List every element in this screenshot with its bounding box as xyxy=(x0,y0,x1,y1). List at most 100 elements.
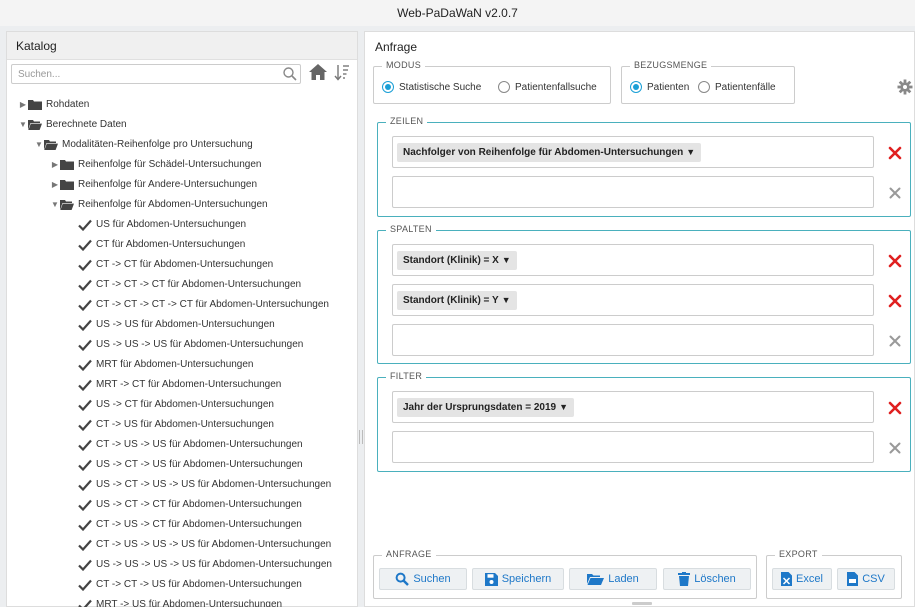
chip-label: Standort (Klinik) = Y xyxy=(403,295,499,306)
tree-label: US -> CT -> US -> US für Abdomen-Untersu… xyxy=(96,479,332,490)
button-label: Laden xyxy=(608,573,639,585)
checkmark-icon xyxy=(78,359,92,371)
tree-item[interactable]: US für Abdomen-Untersuchungen xyxy=(78,216,246,234)
filter-slot-1[interactable]: Jahr der Ursprungsdaten = 2019 ▼ xyxy=(392,391,874,423)
radio-label: Statistische Suche xyxy=(399,81,482,93)
csv-export-button[interactable]: CSV xyxy=(837,568,895,590)
tree-item[interactable]: US -> US -> US für Abdomen-Untersuchunge… xyxy=(78,336,303,354)
caret-down-icon[interactable]: ▼ xyxy=(50,196,60,214)
bezugsmenge-fieldset: BEZUGSMENGE Patienten Patientenfälle xyxy=(621,60,795,104)
tree-item[interactable]: CT -> US für Abdomen-Untersuchungen xyxy=(78,416,274,434)
catalog-title: Katalog xyxy=(7,32,357,60)
actions-legend: ANFRAGE xyxy=(382,549,436,559)
caret-right-icon[interactable]: ▶ xyxy=(50,156,60,174)
tree-folder[interactable]: ▼ Berechnete Daten xyxy=(18,116,127,134)
checkmark-icon xyxy=(78,219,92,231)
checkmark-icon xyxy=(78,479,92,491)
sort-icon[interactable] xyxy=(334,63,350,81)
spalten-chip[interactable]: Standort (Klinik) = X ▼ xyxy=(397,251,517,270)
caret-down-icon[interactable]: ▼ xyxy=(34,136,44,154)
remove-grey-icon[interactable] xyxy=(888,334,902,348)
tree-item[interactable]: CT -> CT -> US für Abdomen-Untersuchunge… xyxy=(78,576,302,594)
query-panel: Anfrage MODUS Statistische Suche Patient… xyxy=(364,31,915,607)
tree-label: US -> US -> US für Abdomen-Untersuchunge… xyxy=(96,339,304,350)
caret-down-icon[interactable]: ▼ xyxy=(18,116,28,134)
remove-red-icon[interactable] xyxy=(888,146,902,160)
tree-folder[interactable]: ▶ Reihenfolge für Schädel-Untersuchungen xyxy=(50,156,261,174)
spalten-slot-1[interactable]: Standort (Klinik) = X ▼ xyxy=(392,244,874,276)
zeilen-slot-empty[interactable] xyxy=(392,176,874,208)
filter-section: FILTER Jahr der Ursprungsdaten = 2019 ▼ xyxy=(377,371,911,472)
search-icon[interactable] xyxy=(282,66,298,82)
checkmark-icon xyxy=(78,579,92,591)
tree-item[interactable]: MRT für Abdomen-Untersuchungen xyxy=(78,356,254,374)
gear-icon[interactable] xyxy=(897,79,913,95)
tree-item[interactable]: US -> CT -> CT für Abdomen-Untersuchunge… xyxy=(78,496,302,514)
caret-right-icon[interactable]: ▶ xyxy=(50,176,60,194)
delete-button[interactable]: Löschen xyxy=(663,568,751,590)
tree-item[interactable]: US -> CT -> US für Abdomen-Untersuchunge… xyxy=(78,456,303,474)
tree-item[interactable]: CT -> US -> US -> US für Abdomen-Untersu… xyxy=(78,536,331,554)
chip-label: Nachfolger von Reihenfolge für Abdomen-U… xyxy=(403,147,684,158)
tree-label: Reihenfolge für Andere-Untersuchungen xyxy=(78,179,258,190)
caret-right-icon[interactable]: ▶ xyxy=(18,96,28,114)
tree-item[interactable]: CT -> CT -> CT -> CT für Abdomen-Untersu… xyxy=(78,296,329,314)
folder-open-icon xyxy=(44,140,58,150)
tree-item[interactable]: US -> CT -> US -> US für Abdomen-Untersu… xyxy=(78,476,331,494)
spalten-slot-empty[interactable] xyxy=(392,324,874,356)
tree-item[interactable]: MRT -> US für Abdomen-Untersuchungen xyxy=(78,596,282,607)
tree-folder[interactable]: ▼ Modalitäten-Reihenfolge pro Untersuchun… xyxy=(34,136,253,154)
tree-item[interactable]: CT -> US -> CT für Abdomen-Untersuchunge… xyxy=(78,516,302,534)
remove-red-icon[interactable] xyxy=(888,401,902,415)
tree-item[interactable]: CT -> CT -> CT für Abdomen-Untersuchunge… xyxy=(78,276,301,294)
resize-handle[interactable] xyxy=(632,602,652,605)
tree-item[interactable]: MRT -> CT für Abdomen-Untersuchungen xyxy=(78,376,281,394)
spalten-slot-2[interactable]: Standort (Klinik) = Y ▼ xyxy=(392,284,874,316)
export-fieldset: EXPORT Excel CSV xyxy=(766,549,902,599)
home-icon[interactable] xyxy=(308,63,328,81)
zeilen-chip[interactable]: Nachfolger von Reihenfolge für Abdomen-U… xyxy=(397,143,702,162)
radio-patientenfaelle[interactable]: Patientenfälle xyxy=(698,81,776,93)
search-button[interactable]: Suchen xyxy=(379,568,467,590)
folder-icon xyxy=(60,180,74,190)
tree-label: MRT -> CT für Abdomen-Untersuchungen xyxy=(96,379,282,390)
tree-folder[interactable]: ▶ Rohdaten xyxy=(18,96,89,114)
remove-red-icon[interactable] xyxy=(888,254,902,268)
radio-unselected-icon xyxy=(698,81,710,93)
tree-item[interactable]: CT für Abdomen-Untersuchungen xyxy=(78,236,245,254)
spalten-legend: SPALTEN xyxy=(386,224,436,234)
filter-slot-empty[interactable] xyxy=(392,431,874,463)
zeilen-slot-1[interactable]: Nachfolger von Reihenfolge für Abdomen-U… xyxy=(392,136,874,168)
radio-patientenfallsuche[interactable]: Patientenfallsuche xyxy=(498,81,597,93)
tree-folder[interactable]: ▶ Reihenfolge für Andere-Untersuchungen xyxy=(50,176,257,194)
remove-red-icon[interactable] xyxy=(888,294,902,308)
panel-splitter[interactable] xyxy=(359,430,363,444)
load-button[interactable]: Laden xyxy=(569,568,657,590)
spalten-chip[interactable]: Standort (Klinik) = Y ▼ xyxy=(397,291,517,310)
tree-item[interactable]: US -> US für Abdomen-Untersuchungen xyxy=(78,316,275,334)
checkmark-icon xyxy=(78,319,92,331)
tree-folder[interactable]: ▼ Reihenfolge für Abdomen-Untersuchungen xyxy=(50,196,268,214)
tree-item[interactable]: CT -> CT für Abdomen-Untersuchungen xyxy=(78,256,273,274)
checkmark-icon xyxy=(78,459,92,471)
tree-label: US -> US für Abdomen-Untersuchungen xyxy=(96,319,275,330)
checkmark-icon xyxy=(78,399,92,411)
folder-open-icon xyxy=(28,120,42,130)
save-button[interactable]: Speichern xyxy=(472,568,564,590)
remove-grey-icon[interactable] xyxy=(888,186,902,200)
tree-label: Reihenfolge für Schädel-Untersuchungen xyxy=(78,159,262,170)
excel-export-button[interactable]: Excel xyxy=(772,568,832,590)
radio-unselected-icon xyxy=(498,81,510,93)
catalog-search-input[interactable] xyxy=(11,64,301,84)
radio-statistische-suche[interactable]: Statistische Suche xyxy=(382,81,481,93)
tree-item[interactable]: US -> US -> US -> US für Abdomen-Untersu… xyxy=(78,556,332,574)
remove-grey-icon[interactable] xyxy=(888,441,902,455)
tree-item[interactable]: US -> CT für Abdomen-Untersuchungen xyxy=(78,396,274,414)
tree-item[interactable]: CT -> US -> US für Abdomen-Untersuchunge… xyxy=(78,436,303,454)
caret-down-icon: ▼ xyxy=(501,295,511,305)
checkmark-icon xyxy=(78,499,92,511)
radio-patienten[interactable]: Patienten xyxy=(630,81,689,93)
tree-label: CT -> US -> US -> US für Abdomen-Untersu… xyxy=(96,539,332,550)
filter-chip[interactable]: Jahr der Ursprungsdaten = 2019 ▼ xyxy=(397,398,575,417)
radio-label: Patientenfälle xyxy=(715,81,776,93)
